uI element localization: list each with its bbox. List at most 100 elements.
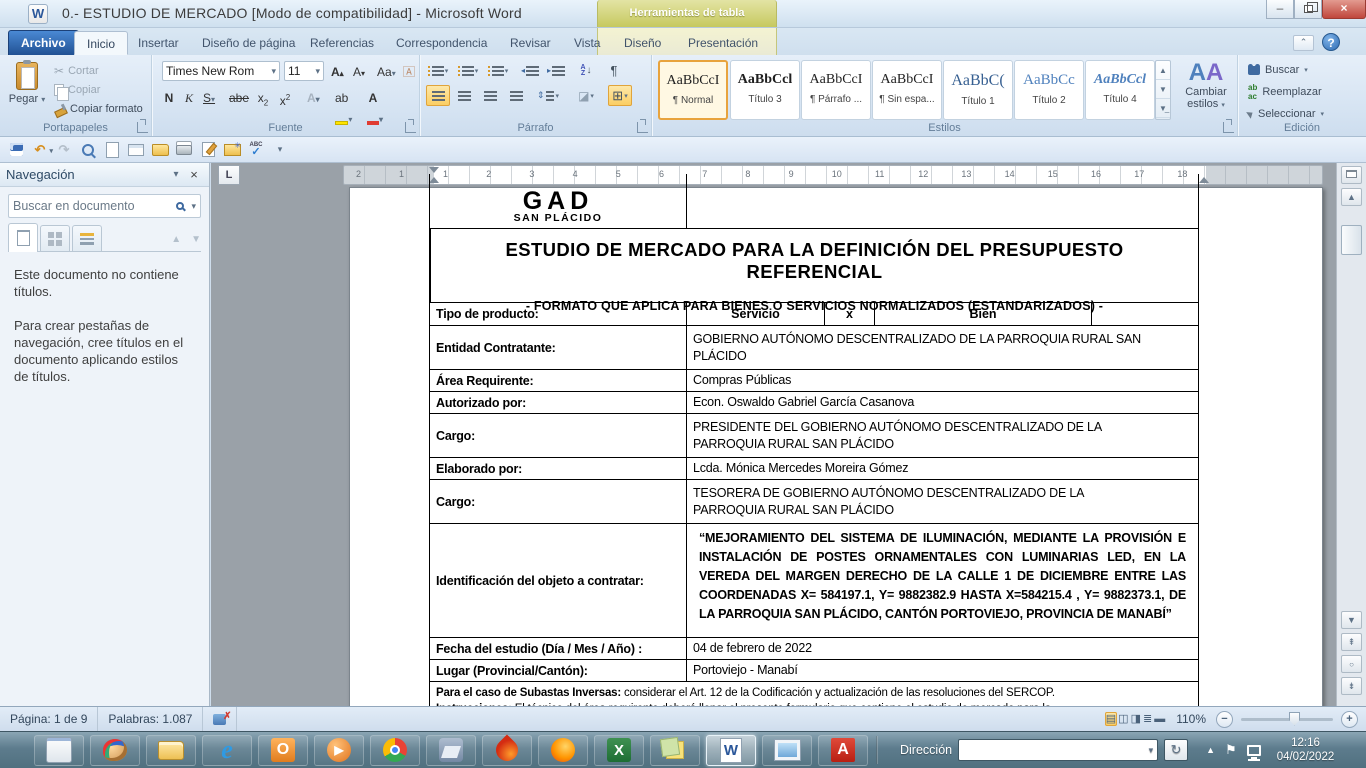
replace-button[interactable]: abacReemplazar — [1248, 82, 1322, 102]
scroll-up-button[interactable]: ▲ — [1341, 188, 1362, 206]
taskbar-outlook-button[interactable]: O — [258, 735, 308, 766]
font-name-combobox[interactable]: Times New Rom▾ — [162, 61, 280, 81]
search-options-chevron-icon[interactable]: ▾ — [191, 201, 196, 212]
underline-button[interactable]: S▾ — [200, 87, 218, 107]
search-input[interactable] — [13, 199, 176, 213]
taskbar-stickynotes-button[interactable] — [650, 735, 700, 766]
table-row-area[interactable]: Área Requirente: Compras Públicas — [430, 369, 1198, 391]
grow-font-button[interactable]: A▴ — [328, 61, 347, 81]
taskbar-word-button[interactable]: W — [706, 735, 756, 766]
style-titulo4[interactable]: AaBbCclTítulo 4 — [1085, 60, 1155, 120]
vertical-scrollbar[interactable]: ▲ ▼ ⇞ ○ ⇟ — [1336, 163, 1366, 706]
tab-revisar[interactable]: Revisar — [498, 31, 563, 55]
view-web-layout-button[interactable]: ◨ — [1130, 712, 1142, 726]
tab-stop-selector[interactable]: L — [218, 165, 240, 185]
page-indicator[interactable]: Página: 1 de 9 — [0, 707, 98, 731]
style-parrafo[interactable]: AaBbCcI¶ Párrafo ... — [801, 60, 871, 120]
minimize-ribbon-button[interactable]: ⌃ — [1293, 35, 1314, 51]
taskbar-calculator-button[interactable] — [34, 735, 84, 766]
tab-archivo[interactable]: Archivo — [8, 30, 79, 55]
style-gallery-up[interactable]: ▲ — [1156, 61, 1170, 80]
table-row-cargo-tesorera[interactable]: Cargo: TESORERA DE GOBIERNO AUTÓNOMO DES… — [430, 479, 1198, 523]
navigation-pane-close-button[interactable]: × — [185, 167, 203, 182]
style-titulo1[interactable]: AaBbC(Título 1 — [943, 60, 1013, 120]
table-row-logo[interactable]: GAD SAN PLÁCIDO — [430, 174, 1198, 228]
view-outline-button[interactable]: ≣ — [1142, 712, 1153, 726]
help-button[interactable]: ? — [1322, 33, 1340, 51]
address-dropdown-chevron-icon[interactable]: ▾ — [1145, 745, 1158, 756]
action-center-flag-icon[interactable]: ⚑ — [1225, 742, 1237, 758]
taskbar-nero-button[interactable] — [482, 735, 532, 766]
zoom-in-button[interactable]: + — [1341, 711, 1358, 728]
previous-heading-button[interactable]: ▲ — [171, 234, 181, 245]
qat-new-icon[interactable] — [102, 140, 122, 160]
tab-correspondencia[interactable]: Correspondencia — [384, 31, 499, 55]
superscript-button[interactable]: x2 — [276, 87, 294, 107]
subscript-button[interactable]: x2 — [254, 87, 272, 107]
word-app-icon[interactable]: W — [28, 4, 48, 24]
shading-button[interactable]: ◪▾ — [574, 85, 598, 106]
table-row-cargo-presidente[interactable]: Cargo: PRESIDENTE DEL GOBIERNO AUTÓNOMO … — [430, 413, 1198, 457]
clear-formatting-button[interactable]: 🄰 — [400, 61, 418, 81]
multilevel-list-button[interactable]: ▾ — [486, 60, 510, 81]
style-normal[interactable]: AaBbCcI¶ Normal — [658, 60, 728, 120]
styles-dialog-launcher[interactable] — [1223, 122, 1234, 133]
close-button[interactable]: × — [1322, 0, 1366, 19]
font-color-button[interactable]: A▾ — [364, 87, 386, 107]
taskbar-reda-button[interactable]: A — [818, 735, 868, 766]
style-sin-espaciado[interactable]: AaBbCcI¶ Sin espa... — [872, 60, 942, 120]
align-right-button[interactable] — [478, 85, 502, 106]
zoom-level[interactable]: 110% — [1168, 712, 1214, 726]
word-count-indicator[interactable]: Palabras: 1.087 — [98, 707, 203, 731]
document-page[interactable]: GAD SAN PLÁCIDO ESTUDIO DE MERCADO PARA … — [349, 187, 1323, 706]
table-row-entidad[interactable]: Entidad Contratante: GOBIERNO AUTÓNOMO D… — [430, 325, 1198, 369]
tab-inicio[interactable]: Inicio — [74, 31, 128, 55]
style-gallery-down[interactable]: ▼ — [1156, 80, 1170, 99]
qat-special-icon[interactable] — [222, 140, 242, 160]
taskbar-paint-button[interactable] — [90, 735, 140, 766]
view-full-screen-reading-button[interactable]: ◫ — [1117, 712, 1129, 726]
table-row-title[interactable]: ESTUDIO DE MERCADO PARA LA DEFINICIÓN DE… — [430, 228, 1198, 302]
table-row-autorizado[interactable]: Autorizado por: Econ. Oswaldo Gabriel Ga… — [430, 391, 1198, 413]
taskbar-firefox-button[interactable] — [538, 735, 588, 766]
show-hidden-icons-icon[interactable]: ▲ — [1206, 745, 1215, 755]
qat-open-icon[interactable] — [150, 140, 170, 160]
select-browse-object-button[interactable]: ○ — [1341, 655, 1362, 673]
navigation-pane-menu-button[interactable]: ▾ — [167, 169, 185, 180]
table-row-elaborado[interactable]: Elaborado por: Lcda. Mónica Mercedes Mor… — [430, 457, 1198, 479]
view-print-layout-button[interactable]: ▤ — [1105, 712, 1117, 726]
next-page-button[interactable]: ⇟ — [1341, 677, 1362, 695]
tab-browse-pages[interactable] — [40, 225, 70, 251]
bullets-button[interactable]: ▾ — [426, 60, 450, 81]
qat-undo-icon[interactable]: ↶ — [30, 140, 50, 160]
bold-button[interactable]: N — [160, 87, 178, 107]
qat-edit-icon[interactable] — [198, 140, 218, 160]
select-button[interactable]: Seleccionar▾ — [1248, 104, 1324, 124]
view-draft-button[interactable]: ▬ — [1153, 712, 1166, 726]
table-row-lugar[interactable]: Lugar (Provincial/Cantón): Portoviejo - … — [430, 659, 1198, 681]
taskbar-chrome-button[interactable] — [370, 735, 420, 766]
document-search-box[interactable]: ▾ — [8, 194, 201, 218]
font-size-combobox[interactable]: 11▾ — [284, 61, 324, 81]
taskbar-clock[interactable]: 12:16 04/02/2022 — [1277, 736, 1345, 764]
borders-button[interactable]: ⊞▾ — [608, 85, 632, 106]
zoom-slider-thumb[interactable] — [1289, 712, 1300, 726]
qat-print-icon[interactable] — [174, 140, 194, 160]
right-indent-marker[interactable] — [1199, 177, 1209, 183]
align-center-button[interactable] — [452, 85, 476, 106]
tab-insertar[interactable]: Insertar — [126, 31, 191, 55]
network-icon[interactable] — [1247, 745, 1261, 756]
tab-diseno-de-pagina[interactable]: Diseño de página — [190, 31, 307, 55]
style-titulo2[interactable]: AaBbCcTítulo 2 — [1014, 60, 1084, 120]
style-titulo3[interactable]: AaBbCclTítulo 3 — [730, 60, 800, 120]
qat-preview-icon[interactable] — [78, 140, 98, 160]
font-dialog-launcher[interactable] — [405, 122, 416, 133]
qat-save-icon[interactable] — [6, 140, 26, 160]
tab-ctx-diseno[interactable]: Diseño — [612, 31, 673, 55]
qat-spelling-icon[interactable] — [246, 140, 266, 160]
change-styles-button[interactable]: AA Cambiarestilos ▾ — [1178, 59, 1234, 123]
zoom-slider[interactable] — [1241, 718, 1333, 721]
strikethrough-button[interactable]: abe — [226, 87, 252, 107]
taskbar-explorer-button[interactable] — [146, 735, 196, 766]
format-painter-button[interactable]: Copiar formato — [52, 99, 145, 118]
